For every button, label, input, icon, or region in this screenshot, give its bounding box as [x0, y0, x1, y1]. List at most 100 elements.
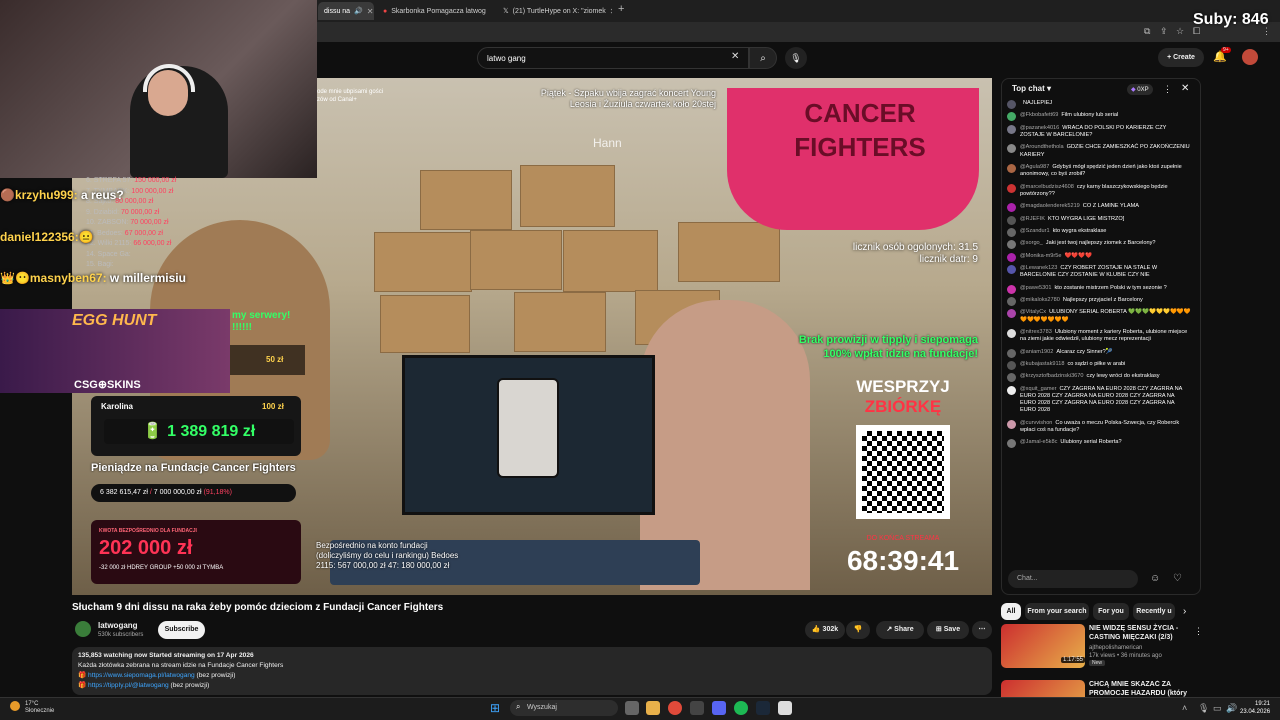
tipply-link[interactable]: https://tippIy.pl/@latwogang — [88, 682, 169, 689]
chat-username[interactable]: @curvvishon — [1020, 420, 1052, 426]
chat-message[interactable]: @aniam1902 Alcaraz czy Sinner?🎾 — [1007, 348, 1191, 358]
new-tab-button[interactable]: + — [618, 3, 624, 15]
app-icon[interactable] — [778, 701, 792, 715]
chat-avatar[interactable] — [1007, 183, 1016, 193]
bookmark-star-icon[interactable]: ☆ — [1176, 26, 1184, 37]
user-avatar[interactable] — [1242, 49, 1258, 65]
chat-avatar[interactable] — [1007, 419, 1016, 429]
chip-from-your-search[interactable]: From your search — [1025, 603, 1089, 620]
chat-message[interactable]: @RJEFIK KTO WYGRA LIGE MISTRZO] — [1007, 215, 1191, 225]
chat-message-list[interactable]: NAJLEPIEJ @Fkbobafett69 Film ulubiony lub … — [1007, 100, 1191, 560]
clear-search-icon[interactable]: ✕ — [731, 51, 739, 62]
chat-message[interactable]: NAJLEPIEJ — [1007, 100, 1191, 109]
chat-avatar[interactable] — [1007, 284, 1016, 294]
chat-username[interactable]: @kubajastak9118 — [1020, 361, 1064, 367]
chat-message[interactable]: @Fkbobafett69 Film ulubiony lub serial — [1007, 112, 1191, 122]
video-description[interactable]: 135,853 watching now Started streaming o… — [72, 647, 992, 695]
chat-message[interactable]: @Jamal-e5k8c Ulubiony serial Roberta? — [1007, 439, 1191, 449]
emoji-icon[interactable]: ☺ — [1150, 573, 1160, 584]
tab-skarbonka[interactable]: ● Skarbonka Pomagacza latwog ✕ — [377, 2, 489, 20]
weather-sun-icon[interactable] — [10, 701, 20, 711]
save-button[interactable]: ⊞ Save — [927, 621, 969, 639]
chat-avatar[interactable] — [1007, 215, 1016, 225]
chat-avatar[interactable] — [1007, 124, 1016, 134]
chat-message[interactable]: @kubajastak9118 co sądzi o piłke w arabi — [1007, 361, 1191, 371]
chat-username[interactable]: @Szandur1 — [1020, 228, 1050, 234]
chat-message[interactable]: @Lewanek123 CZY ROBERT ZOSTAJE NA STALE W… — [1007, 265, 1191, 279]
tray-mic-icon[interactable]: 🎙 — [1198, 703, 1209, 714]
chat-avatar[interactable] — [1007, 439, 1016, 449]
chat-username[interactable]: @VitalyCx — [1020, 309, 1046, 315]
recommended-title[interactable]: CHCĄ MNIE SKAZAĆ ZA PROMOCJE HAZARDU (kt… — [1089, 680, 1189, 697]
chat-username[interactable]: @pazanek4016 — [1020, 125, 1059, 131]
chat-username[interactable]: @marcelbudzisz4608 — [1020, 184, 1074, 190]
task-view-icon[interactable] — [625, 701, 639, 715]
heart-reaction-icon[interactable]: ♡ — [1173, 573, 1182, 584]
chat-username[interactable]: @krzysztofbadzinski3670 — [1020, 373, 1084, 379]
xp-badge[interactable]: ◆ 0XP — [1127, 84, 1153, 95]
dislike-button[interactable]: 👎 — [846, 621, 870, 639]
obs-icon[interactable] — [690, 701, 704, 715]
translate-icon[interactable]: ⧉ — [1144, 26, 1150, 37]
recommended-video[interactable]: 1:17:55 NIE WIDZĘ SENSU ŻYCIA - CASTING … — [1001, 624, 1203, 668]
siepomaga-link[interactable]: https://www.siepomaga.pl/latwogang — [88, 672, 195, 679]
chat-message[interactable]: @pawe5301 kto zostanie mistrzem Polski w … — [1007, 284, 1191, 294]
chat-avatar[interactable] — [1007, 265, 1016, 275]
chat-message[interactable]: @xquit_gamer CZY ZAGRRA NA EURO 2028 CZY … — [1007, 385, 1191, 415]
chat-message[interactable]: @krzysztofbadzinski3670 czy lewy wróci do… — [1007, 373, 1191, 383]
video-menu-icon[interactable]: ⋮ — [1194, 626, 1203, 637]
chat-username[interactable]: @Lewanek123 — [1020, 265, 1057, 271]
network-icon[interactable]: ▭ — [1213, 703, 1222, 714]
chat-username[interactable]: @Agula987 — [1020, 164, 1049, 170]
video-thumbnail[interactable] — [1001, 680, 1085, 697]
chat-message[interactable]: @Szandur1 kto wygra ekstraklase — [1007, 227, 1191, 237]
chat-avatar[interactable] — [1007, 329, 1016, 339]
chat-avatar[interactable] — [1007, 252, 1016, 262]
system-clock[interactable]: 19:21 23.04.2026 — [1240, 700, 1270, 716]
recommended-video[interactable]: CHCĄ MNIE SKAZAĆ ZA PROMOCJE HAZARDU (kt… — [1001, 680, 1196, 697]
video-menu-icon[interactable]: ⋮ — [1194, 682, 1196, 693]
weather-widget[interactable]: 17°C Słonecznie — [25, 701, 54, 715]
chat-message[interactable]: @curvvishon Co uważa o meczu Polska-Szwec… — [1007, 419, 1191, 434]
discord-icon[interactable] — [712, 701, 726, 715]
chat-avatar[interactable] — [1007, 144, 1016, 154]
chat-username[interactable]: @RJEFIK — [1020, 216, 1045, 222]
more-actions-button[interactable]: ⋯ — [972, 621, 992, 639]
chip-for-you[interactable]: For you — [1093, 603, 1129, 620]
chat-username[interactable]: @Monika-m9r5e — [1020, 253, 1061, 259]
recommended-title[interactable]: NIE WIDZĘ SENSU ŻYCIA - CASTING MIĘCZAKI… — [1089, 624, 1189, 642]
chat-username[interactable]: @Aroundthethola — [1020, 144, 1064, 150]
tray-chevron-icon[interactable]: ˄ — [1182, 703, 1187, 713]
chat-avatar[interactable] — [1007, 100, 1016, 109]
share-button[interactable]: ↗ Share — [876, 621, 924, 639]
chat-avatar[interactable] — [1007, 163, 1016, 173]
chat-message[interactable]: @Aroundthethola GDZIE CHCE ZAMIESZKAĆ PO … — [1007, 144, 1191, 158]
channel-avatar[interactable] — [75, 621, 91, 637]
chat-message[interactable]: @Monika-m9r5e ❤️❤️❤️❤️ — [1007, 252, 1191, 262]
chat-avatar[interactable] — [1007, 361, 1016, 371]
chat-avatar[interactable] — [1007, 240, 1016, 250]
chat-message[interactable]: @mikaloks2780 Najlepszy przyjaciel z Barc… — [1007, 297, 1191, 307]
chat-message[interactable]: @sorgo_ Jaki jest twoj najlepszy ziomek z… — [1007, 240, 1191, 250]
chat-username[interactable]: @sorgo_ — [1020, 240, 1043, 246]
create-button[interactable]: + Create — [1158, 48, 1204, 67]
share-page-icon[interactable]: ⇪ — [1160, 26, 1168, 37]
close-chat-icon[interactable]: ✕ — [1181, 83, 1189, 94]
chip-all[interactable]: All — [1001, 603, 1021, 620]
chat-username[interactable]: @nitrex3783 — [1020, 329, 1052, 335]
tab-dissu[interactable]: dissu na 🔊 ✕ — [318, 2, 374, 20]
windows-start-icon[interactable]: ⊞ — [490, 701, 500, 715]
chat-message[interactable]: @magdaolenderek5219 CO Z LAMINE YLAMA — [1007, 203, 1191, 213]
chat-avatar[interactable] — [1007, 373, 1016, 383]
chat-username[interactable]: @Jamal-e5k8c — [1020, 439, 1057, 445]
chat-avatar[interactable] — [1007, 348, 1016, 358]
chat-username[interactable]: @mikaloks2780 — [1020, 297, 1060, 303]
chat-username[interactable]: @pawe5301 — [1020, 285, 1052, 291]
channel-name[interactable]: latwogang — [98, 621, 138, 630]
taskbar-search[interactable]: Wyszukaj — [510, 700, 618, 716]
voice-search-button[interactable]: 🎙 — [785, 47, 807, 69]
chat-username[interactable]: @aniam1902 — [1020, 349, 1053, 355]
chat-username[interactable]: @magdaolenderek5219 — [1020, 203, 1080, 209]
chat-input[interactable]: Chat... — [1008, 570, 1138, 588]
chat-avatar[interactable] — [1007, 385, 1016, 395]
